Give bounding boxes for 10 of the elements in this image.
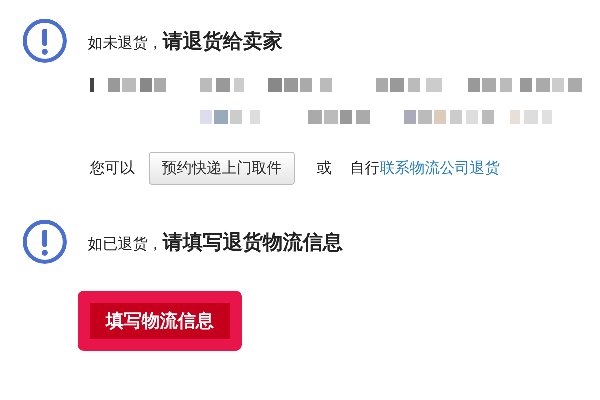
- pickup-button[interactable]: 预约快递上门取件: [149, 152, 295, 185]
- contact-logistics-link[interactable]: 联系物流公司退货: [380, 159, 500, 178]
- section-heading: 如已退货，请填写退货物流信息: [88, 228, 343, 256]
- exclamation-icon: [22, 18, 68, 64]
- section-heading: 如未退货，请退货给卖家: [88, 28, 283, 54]
- self-label: 自行: [350, 159, 380, 178]
- fill-logistics-button[interactable]: 填写物流信息: [78, 291, 242, 351]
- or-label: 或: [317, 159, 332, 178]
- exclamation-icon: [22, 219, 68, 265]
- pickup-label: 您可以: [90, 159, 135, 178]
